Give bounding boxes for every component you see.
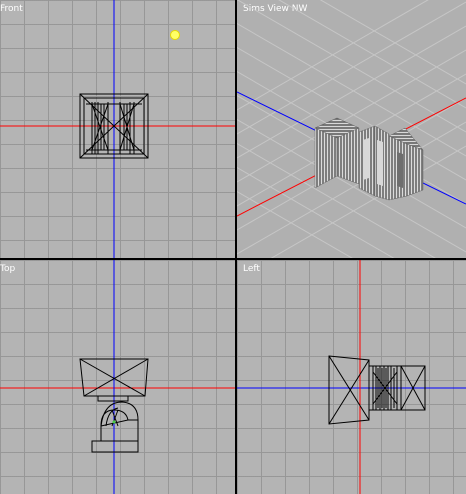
pivot-marker-icon: [112, 420, 116, 424]
top-view-canvas[interactable]: [0, 260, 235, 494]
front-view-canvas[interactable]: [0, 0, 235, 258]
model-shaded-preview[interactable]: [314, 117, 424, 201]
sims-view-canvas[interactable]: [237, 0, 466, 258]
light-source-icon[interactable]: [170, 30, 180, 40]
viewport-sims-nw[interactable]: Sims View NW: [237, 0, 466, 258]
left-view-canvas[interactable]: [237, 260, 466, 494]
viewport-left[interactable]: Left: [237, 260, 466, 494]
viewport-top[interactable]: Top: [0, 260, 235, 494]
viewport-front[interactable]: Front: [0, 0, 235, 258]
model-wireframe-left[interactable]: [328, 355, 426, 425]
